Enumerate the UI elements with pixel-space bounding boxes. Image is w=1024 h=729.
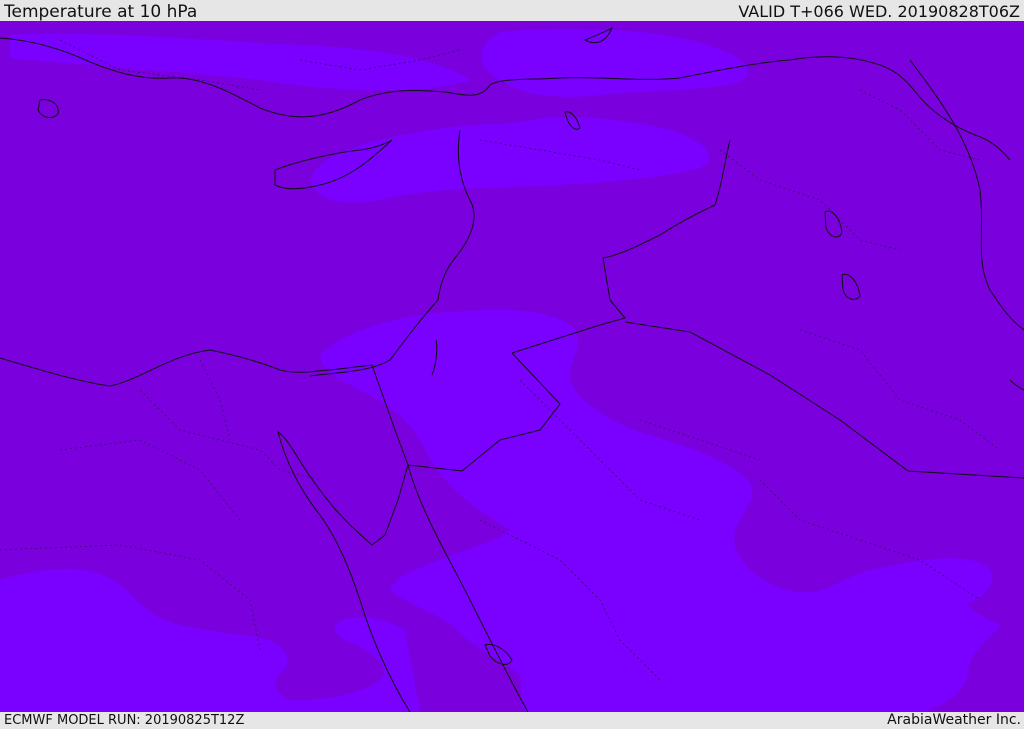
map-footer: ECMWF MODEL RUN: 20190825T12Z ArabiaWeat… xyxy=(0,712,1024,729)
weather-map-frame: Temperature at 10 hPa VALID T+066 WED. 2… xyxy=(0,0,1024,729)
map-title: Temperature at 10 hPa xyxy=(4,2,198,22)
model-run-label: ECMWF MODEL RUN: 20190825T12Z xyxy=(4,713,245,728)
valid-time: VALID T+066 WED. 20190828T06Z xyxy=(738,2,1020,21)
map-header: Temperature at 10 hPa VALID T+066 WED. 2… xyxy=(0,0,1024,21)
credit-label: ArabiaWeather Inc. xyxy=(887,712,1021,728)
map-canvas xyxy=(0,21,1024,712)
map-svg xyxy=(0,21,1024,712)
